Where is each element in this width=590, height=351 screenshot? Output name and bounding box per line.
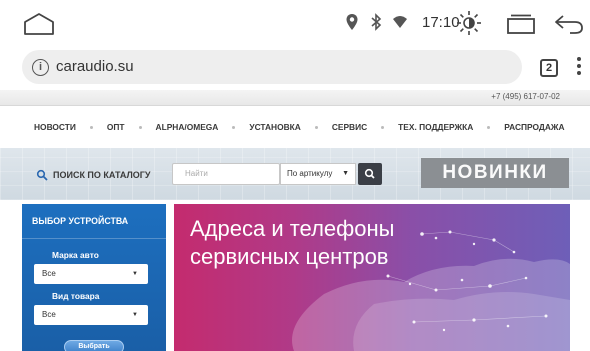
browser-toolbar: i caraudio.su 2: [0, 44, 590, 90]
overflow-menu-icon[interactable]: [575, 57, 583, 79]
banner-title-line1: Адреса и телефоны: [190, 216, 395, 241]
brightness-icon[interactable]: [456, 10, 482, 36]
bluetooth-icon: [371, 13, 382, 31]
search-mode-value: По артикулу: [287, 169, 333, 178]
nav-item-wholesale[interactable]: ОПТ: [107, 122, 125, 132]
address-bar[interactable]: i caraudio.su: [22, 50, 522, 84]
divider: [22, 238, 166, 239]
nav-separator: [232, 125, 236, 129]
tab-switcher-button[interactable]: 2: [540, 59, 558, 77]
nav-item-installation[interactable]: УСТАНОВКА: [249, 122, 300, 132]
banner-title-line2: сервисных центров: [190, 244, 389, 269]
site-nav: НОВОСТИ ОПТ ALPHA/OMEGA УСТАНОВКА СЕРВИС…: [0, 106, 590, 148]
chevron-down-icon: ▼: [132, 312, 138, 318]
catalog-search-bar: ПОИСК ПО КАТАЛОГУ Найти По артикулу ▼ НО…: [0, 148, 590, 200]
site-top-strip: +7 (495) 617-07-02: [0, 90, 590, 106]
wifi-icon: [393, 16, 407, 28]
status-bar: 17:10: [0, 0, 590, 44]
nav-item-service[interactable]: СЕРВИС: [332, 122, 367, 132]
device-selector-panel: ВЫБОР УСТРОЙСТВА Марка авто Все ▼ Вид то…: [22, 204, 166, 351]
new-arrivals-button[interactable]: НОВИНКИ: [421, 158, 569, 188]
home-outline-icon[interactable]: [22, 12, 56, 36]
nav-separator: [89, 125, 93, 129]
service-centers-banner[interactable]: Адреса и телефоны сервисных центров: [174, 204, 570, 351]
nav-item-news[interactable]: НОВОСТИ: [34, 122, 76, 132]
status-icons: 17:10: [344, 11, 460, 33]
car-brand-value: Все: [42, 269, 56, 278]
phone-number[interactable]: +7 (495) 617-07-02: [491, 92, 560, 101]
device-selector-title: ВЫБОР УСТРОЙСТВА: [32, 216, 129, 226]
nav-item-tech-support[interactable]: ТЕХ. ПОДДЕРЖКА: [398, 122, 473, 132]
nav-separator: [487, 125, 491, 129]
search-icon: [364, 168, 375, 179]
product-type-value: Все: [42, 310, 56, 319]
search-icon: [36, 169, 48, 181]
nav-item-sale[interactable]: РАСПРОДАЖА: [504, 122, 564, 132]
nav-item-alpha-omega[interactable]: ALPHA/OMEGA: [156, 122, 219, 132]
recent-apps-icon[interactable]: [506, 13, 536, 35]
catalog-search-label: ПОИСК ПО КАТАЛОГУ: [53, 170, 151, 180]
nav-separator: [314, 125, 318, 129]
chevron-down-icon: ▼: [132, 271, 138, 277]
back-icon[interactable]: [553, 12, 585, 36]
nav-separator: [138, 125, 142, 129]
search-submit-button[interactable]: [358, 163, 382, 185]
car-brand-label: Марка авто: [52, 250, 99, 260]
car-brand-select[interactable]: Все ▼: [34, 264, 148, 284]
url-text[interactable]: caraudio.su: [56, 58, 134, 75]
select-button[interactable]: Выбрать: [64, 340, 124, 351]
location-icon: [346, 14, 358, 30]
chevron-down-icon: ▼: [342, 170, 349, 177]
product-type-select[interactable]: Все ▼: [34, 305, 148, 325]
search-mode-select[interactable]: По артикулу ▼: [280, 163, 356, 185]
info-icon[interactable]: i: [32, 59, 49, 76]
catalog-search-input[interactable]: Найти: [172, 163, 280, 185]
product-type-label: Вид товара: [52, 291, 100, 301]
nav-separator: [381, 125, 385, 129]
clock: 17:10: [422, 13, 460, 31]
